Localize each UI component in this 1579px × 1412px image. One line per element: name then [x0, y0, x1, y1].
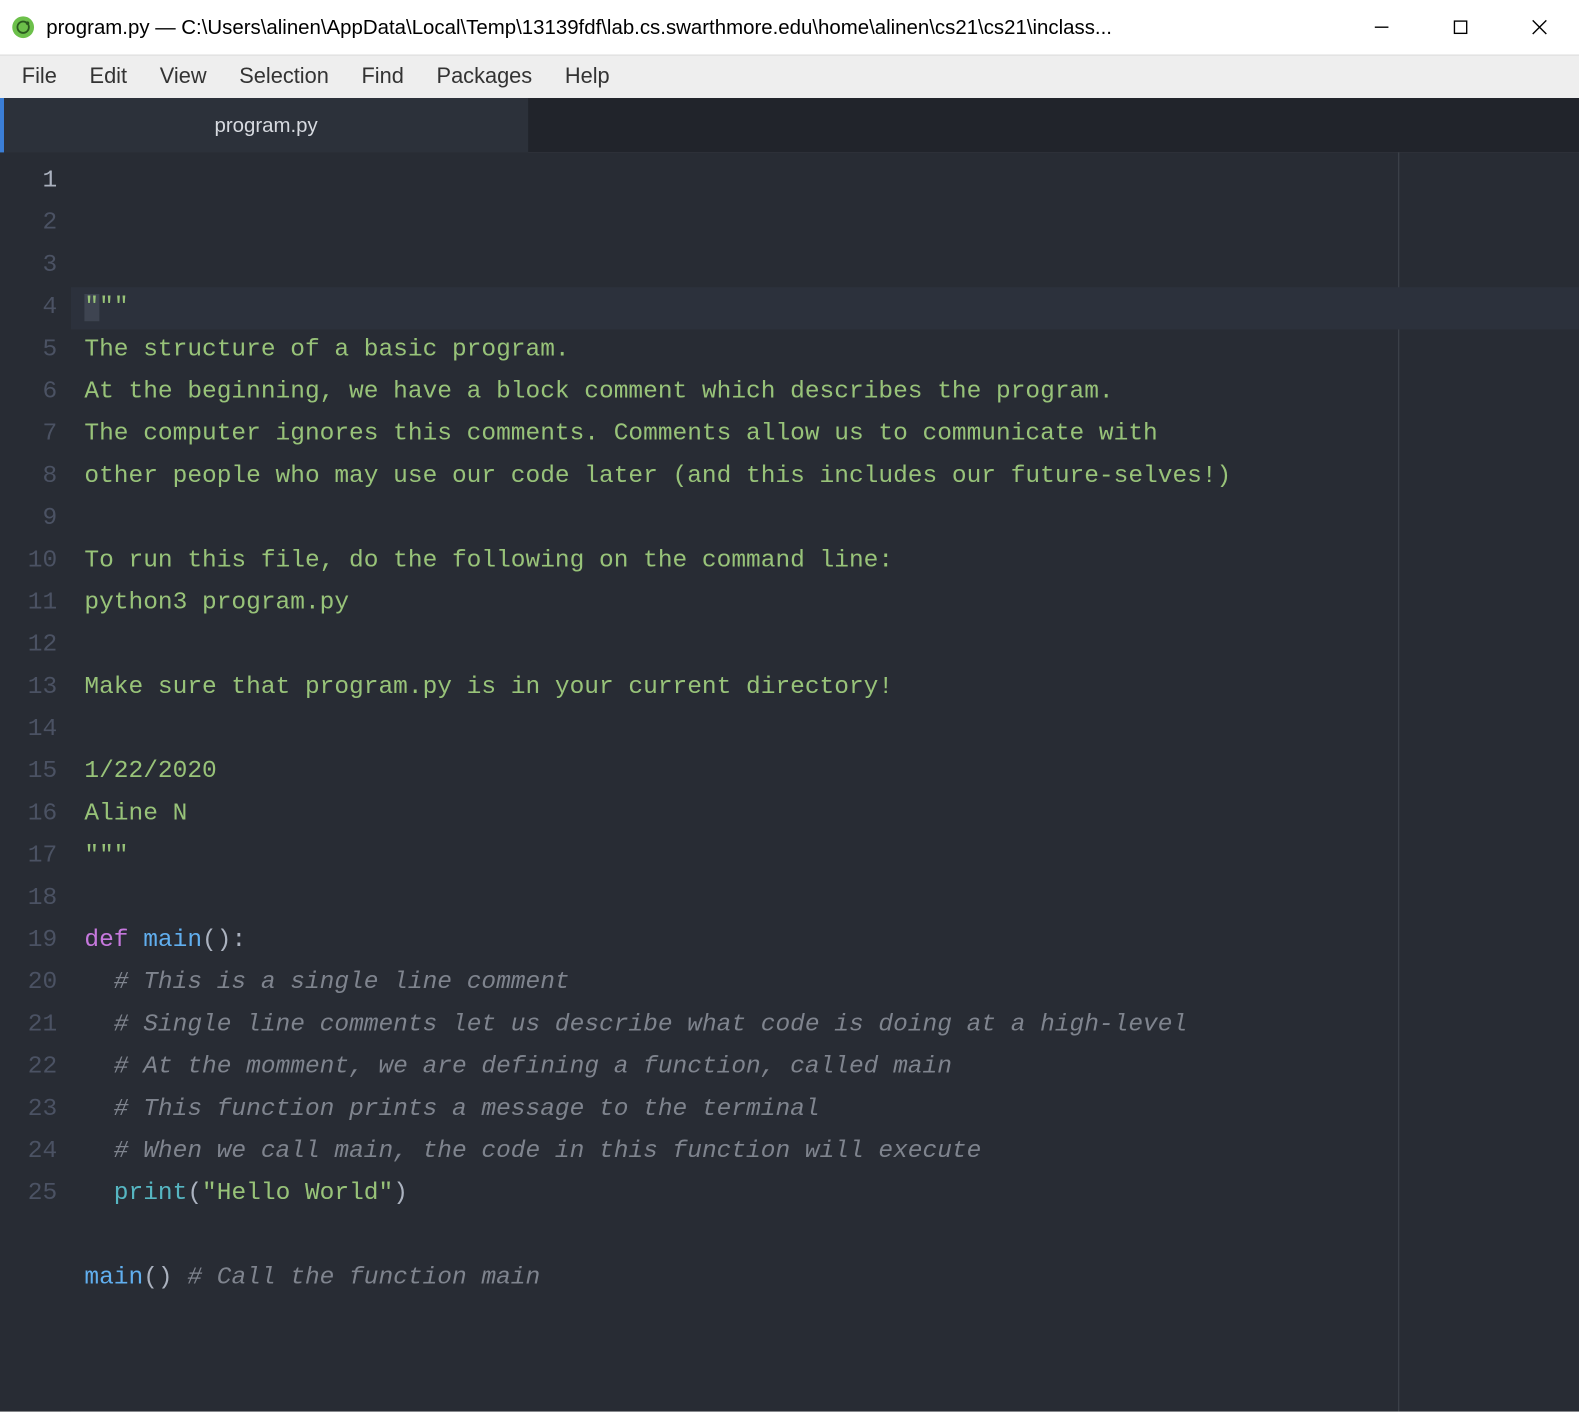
app-window: program.py — C:\Users\alinen\AppData\Loc…	[0, 0, 1579, 1412]
minimize-button[interactable]	[1342, 0, 1421, 54]
menu-view[interactable]: View	[143, 59, 222, 94]
window-controls	[1342, 0, 1579, 54]
menu-find[interactable]: Find	[345, 59, 420, 94]
code-line[interactable]	[71, 625, 1579, 667]
line-number: 7	[0, 414, 57, 456]
code-line[interactable]: print("Hello World")	[71, 1173, 1579, 1215]
line-number: 3	[0, 245, 57, 287]
line-number: 8	[0, 456, 57, 498]
menubar: File Edit View Selection Find Packages H…	[0, 54, 1579, 98]
code-line[interactable]	[71, 709, 1579, 751]
editor[interactable]: 1234567891011121314151617181920212223242…	[0, 152, 1579, 1411]
code-line[interactable]: # At the momment, we are defining a func…	[71, 1047, 1579, 1089]
line-number: 14	[0, 709, 57, 751]
line-number: 15	[0, 751, 57, 793]
line-number: 11	[0, 583, 57, 625]
line-number: 2	[0, 203, 57, 245]
titlebar: program.py — C:\Users\alinen\AppData\Loc…	[0, 0, 1579, 54]
code-line[interactable]	[71, 1300, 1579, 1342]
line-number: 1	[0, 161, 57, 203]
code-line[interactable]: # Single line comments let us describe w…	[71, 1005, 1579, 1047]
line-number: 20	[0, 962, 57, 1004]
code-line[interactable]	[71, 498, 1579, 540]
line-number: 4	[0, 287, 57, 329]
menu-file[interactable]: File	[5, 59, 73, 94]
code-line[interactable]: The structure of a basic program.	[71, 329, 1579, 371]
line-number: 12	[0, 625, 57, 667]
menu-help[interactable]: Help	[549, 59, 626, 94]
code-line[interactable]: Aline N	[71, 794, 1579, 836]
menu-packages[interactable]: Packages	[420, 59, 548, 94]
code-line[interactable]: def main():	[71, 920, 1579, 962]
code-line[interactable]	[71, 1216, 1579, 1258]
line-number-gutter: 1234567891011121314151617181920212223242…	[0, 152, 71, 1411]
code-line[interactable]: To run this file, do the following on th…	[71, 540, 1579, 582]
code-line[interactable]: At the beginning, we have a block commen…	[71, 372, 1579, 414]
code-line[interactable]: # This is a single line comment	[71, 962, 1579, 1004]
code-line[interactable]: other people who may use our code later …	[71, 456, 1579, 498]
line-number: 6	[0, 372, 57, 414]
line-number: 18	[0, 878, 57, 920]
line-number: 5	[0, 329, 57, 371]
line-number: 19	[0, 920, 57, 962]
line-number: 16	[0, 794, 57, 836]
code-line[interactable]: """	[71, 287, 1579, 329]
code-line[interactable]: """	[71, 836, 1579, 878]
line-number: 9	[0, 498, 57, 540]
code-line[interactable]: main() # Call the function main	[71, 1258, 1579, 1300]
tab-program-py[interactable]: program.py	[4, 98, 528, 152]
line-number: 23	[0, 1089, 57, 1131]
menu-edit[interactable]: Edit	[73, 59, 143, 94]
code-line[interactable]: # This function prints a message to the …	[71, 1089, 1579, 1131]
tab-label: program.py	[214, 114, 317, 137]
window-title: program.py — C:\Users\alinen\AppData\Loc…	[46, 16, 1342, 39]
menu-selection[interactable]: Selection	[223, 59, 345, 94]
line-number: 21	[0, 1005, 57, 1047]
code-area[interactable]: """The structure of a basic program.At t…	[71, 152, 1579, 1411]
app-icon	[11, 15, 36, 40]
tabbar: program.py	[0, 98, 1579, 152]
code-line[interactable]: The computer ignores this comments. Comm…	[71, 414, 1579, 456]
line-number: 24	[0, 1131, 57, 1173]
close-button[interactable]	[1500, 0, 1579, 54]
line-number: 22	[0, 1047, 57, 1089]
line-number: 17	[0, 836, 57, 878]
maximize-button[interactable]	[1421, 0, 1500, 54]
code-line[interactable]: # When we call main, the code in this fu…	[71, 1131, 1579, 1173]
code-line[interactable]: python3 program.py	[71, 583, 1579, 625]
line-number: 10	[0, 540, 57, 582]
code-line[interactable]: 1/22/2020	[71, 751, 1579, 793]
line-number: 13	[0, 667, 57, 709]
code-line[interactable]	[71, 878, 1579, 920]
code-line[interactable]: Make sure that program.py is in your cur…	[71, 667, 1579, 709]
line-number: 25	[0, 1173, 57, 1215]
